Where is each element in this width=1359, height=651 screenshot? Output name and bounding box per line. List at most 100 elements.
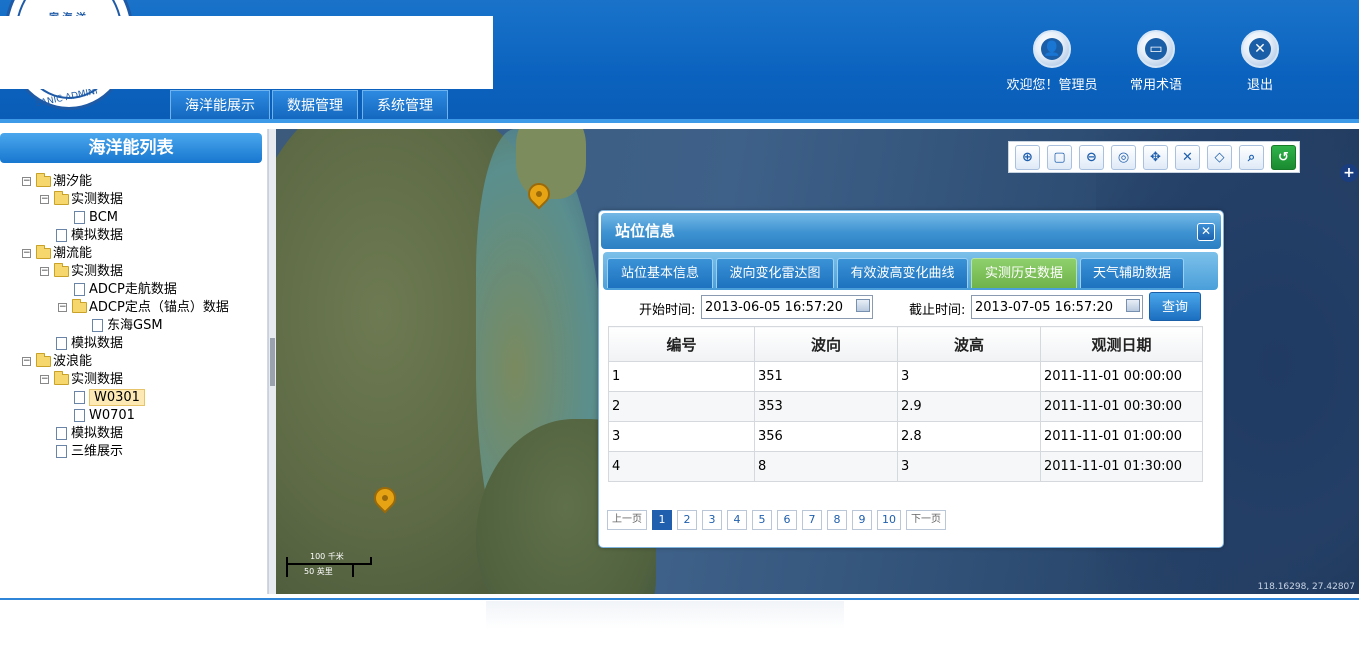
- cell-wave-direction: 8: [754, 451, 898, 482]
- column-header-wave-direction[interactable]: 波向: [754, 326, 898, 362]
- end-time-label: 截止时间:: [909, 303, 966, 318]
- start-time-label: 开始时间:: [639, 303, 696, 318]
- page-button-7[interactable]: 7: [802, 510, 822, 530]
- tree-node-adcp-fixed[interactable]: − ADCP定点（锚点）数据: [58, 299, 229, 317]
- folder-icon: [36, 173, 51, 187]
- tab-historical-data[interactable]: 实测历史数据: [971, 258, 1077, 288]
- collapse-icon[interactable]: −: [22, 177, 31, 186]
- tree-node-measured-data[interactable]: − 实测数据: [40, 371, 123, 389]
- tab-wave-direction-radar[interactable]: 波向变化雷达图: [716, 258, 834, 288]
- page-button-10[interactable]: 10: [877, 510, 901, 530]
- tree-node-measured-data[interactable]: − 实测数据: [40, 263, 123, 281]
- tree-node-simulated-data[interactable]: 模拟数据: [56, 227, 123, 245]
- page-button-8[interactable]: 8: [827, 510, 847, 530]
- logout-button[interactable]: ✕ 退出: [1205, 30, 1315, 93]
- tree-node-3d-display[interactable]: 三维展示: [56, 443, 123, 461]
- folder-icon: [54, 191, 69, 205]
- footer-divider: [0, 598, 1359, 600]
- table-row[interactable]: 3 356 2.8 2011-11-01 01:00:00: [608, 421, 1203, 452]
- tab-wave-height-curve[interactable]: 有效波高变化曲线: [837, 258, 968, 288]
- tree-label: BCM: [89, 210, 118, 225]
- app-header: 家 海 洋 EANIC ADMINI 海洋能展示 数据管理 系统管理 👤 欢迎您…: [0, 0, 1359, 122]
- nav-tab-data-management[interactable]: 数据管理: [272, 90, 358, 120]
- zoom-out-icon[interactable]: ⊖: [1079, 144, 1104, 170]
- panel-splitter[interactable]: [268, 129, 276, 594]
- query-button[interactable]: 查询: [1149, 292, 1201, 321]
- next-page-button[interactable]: 下一页: [906, 510, 946, 530]
- full-extent-icon[interactable]: ◎: [1111, 144, 1136, 170]
- tab-station-basic-info[interactable]: 站位基本信息: [607, 258, 713, 288]
- tree-node-measured-data[interactable]: − 实测数据: [40, 191, 123, 209]
- tab-weather-data[interactable]: 天气辅助数据: [1080, 258, 1184, 288]
- table-row[interactable]: 4 8 3 2011-11-01 01:30:00: [608, 451, 1203, 482]
- glossary-button[interactable]: ▭ 常用术语: [1101, 30, 1211, 93]
- cell-observation-date: 2011-11-01 01:00:00: [1040, 421, 1203, 452]
- measure-icon[interactable]: ◇: [1207, 144, 1232, 170]
- start-time-input[interactable]: [701, 295, 873, 319]
- cell-id: 2: [608, 391, 755, 422]
- file-icon: [56, 337, 67, 350]
- close-icon[interactable]: ✕: [1197, 223, 1215, 241]
- zoom-in-icon[interactable]: ⊕: [1015, 144, 1040, 170]
- nav-tab-ocean-energy[interactable]: 海洋能展示: [170, 90, 270, 120]
- page-button-4[interactable]: 4: [727, 510, 747, 530]
- query-icon[interactable]: ⌕: [1239, 144, 1264, 170]
- table-row[interactable]: 1 351 3 2011-11-01 00:00:00: [608, 361, 1203, 392]
- tree-label: 潮汐能: [53, 174, 93, 189]
- tree-node-bcm[interactable]: BCM: [74, 209, 118, 227]
- coordinate-readout: 118.16298, 27.42807: [1257, 582, 1355, 592]
- collapse-icon[interactable]: −: [22, 249, 31, 258]
- collapse-icon[interactable]: −: [40, 267, 49, 276]
- banner-placeholder: [0, 16, 493, 89]
- tree-node-wave-energy[interactable]: − 波浪能: [22, 353, 92, 371]
- tree-node-east-sea-gsm[interactable]: 东海GSM: [92, 317, 163, 335]
- page-button-5[interactable]: 5: [752, 510, 772, 530]
- tree-label: 波浪能: [53, 354, 93, 369]
- column-header-wave-height[interactable]: 波高: [897, 326, 1041, 362]
- page-button-9[interactable]: 9: [852, 510, 872, 530]
- calendar-icon[interactable]: [1126, 299, 1140, 312]
- user-menu-button[interactable]: 👤 欢迎您！管理员: [997, 30, 1107, 93]
- refresh-icon[interactable]: ↺: [1271, 144, 1296, 170]
- end-time-input[interactable]: [971, 295, 1143, 319]
- cell-wave-direction: 353: [754, 391, 898, 422]
- tree-node-w0701[interactable]: W0701: [74, 407, 135, 425]
- calendar-icon[interactable]: [856, 299, 870, 312]
- folder-icon: [72, 299, 87, 313]
- collapse-icon[interactable]: −: [22, 357, 31, 366]
- page-button-3[interactable]: 3: [702, 510, 722, 530]
- history-data-table: 编号 波向 波高 观测日期 1 351 3 2011-11-01 00:00:0…: [608, 326, 1203, 482]
- column-header-observation-date[interactable]: 观测日期: [1040, 326, 1203, 362]
- column-header-id[interactable]: 编号: [608, 326, 755, 362]
- page-button-1[interactable]: 1: [652, 510, 672, 530]
- prev-page-button[interactable]: 上一页: [607, 510, 647, 530]
- user-icon: 👤: [1033, 30, 1071, 68]
- page-button-2[interactable]: 2: [677, 510, 697, 530]
- logout-label: 退出: [1246, 78, 1273, 93]
- user-name: 管理员: [1058, 78, 1098, 93]
- tree-node-simulated-data[interactable]: 模拟数据: [56, 335, 123, 353]
- collapse-icon[interactable]: −: [40, 375, 49, 384]
- nav-tab-system-management[interactable]: 系统管理: [362, 90, 448, 120]
- tree-node-w0301[interactable]: W0301: [74, 389, 145, 407]
- page-button-6[interactable]: 6: [777, 510, 797, 530]
- collapse-icon[interactable]: −: [40, 195, 49, 204]
- splitter-handle[interactable]: [270, 338, 275, 386]
- dialog-header[interactable]: 站位信息 ✕: [601, 213, 1221, 249]
- table-row[interactable]: 2 353 2.9 2011-11-01 00:30:00: [608, 391, 1203, 422]
- pan-icon[interactable]: ✥: [1143, 144, 1168, 170]
- folder-icon: [54, 263, 69, 277]
- sidebar: 海洋能列表 − 潮汐能 − 实测数据 BCM 模拟数据 − 潮流能 − 实测数据 ADC…: [0, 129, 268, 594]
- dialog-tab-bar: 站位基本信息 波向变化雷达图 有效波高变化曲线 实测历史数据 天气辅助数据: [603, 252, 1218, 290]
- expand-icon[interactable]: +: [1340, 164, 1358, 182]
- tree-node-tidal-energy[interactable]: − 潮汐能: [22, 173, 92, 191]
- book-icon: ▭: [1137, 30, 1175, 68]
- tree-node-tidal-current-energy[interactable]: − 潮流能: [22, 245, 92, 263]
- scale-km-label: 100 千米: [310, 552, 344, 561]
- clear-icon[interactable]: ✕: [1175, 144, 1200, 170]
- box-select-icon[interactable]: ▢: [1047, 144, 1072, 170]
- tree-node-adcp-survey[interactable]: ADCP走航数据: [74, 281, 177, 299]
- tree-node-simulated-data[interactable]: 模拟数据: [56, 425, 123, 443]
- collapse-icon[interactable]: −: [58, 303, 67, 312]
- cell-wave-height: 3: [897, 361, 1041, 392]
